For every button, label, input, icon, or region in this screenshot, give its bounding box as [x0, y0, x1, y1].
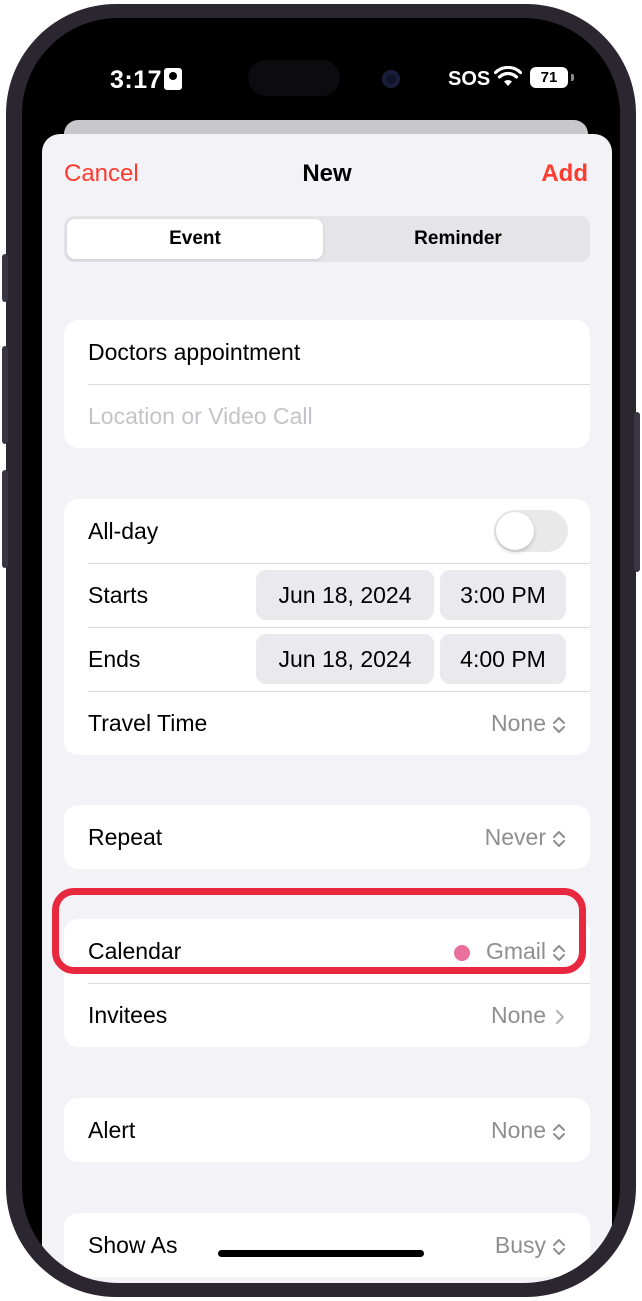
chevron-up-down-icon — [553, 1238, 565, 1255]
wifi-icon — [494, 66, 522, 86]
alert-value-wrap: None — [491, 1098, 566, 1162]
calendar-label: Calendar — [88, 938, 182, 964]
travel-time-value: None — [491, 710, 546, 736]
show-as-row[interactable]: Show As Busy — [64, 1213, 590, 1277]
allday-row: All-day — [64, 499, 590, 563]
status-time: 3:17 — [110, 66, 163, 94]
power-button — [634, 412, 640, 572]
title-location-group: Doctors appointment Location or Video Ca… — [64, 320, 590, 448]
ends-date-button[interactable]: Jun 18, 2024 — [256, 634, 434, 684]
invitees-row[interactable]: Invitees None — [64, 983, 590, 1047]
volume-up-button — [2, 346, 8, 444]
travel-time-row[interactable]: Travel Time None — [64, 691, 590, 755]
calendar-value: Gmail — [485, 938, 546, 964]
nav-title: New — [302, 160, 352, 187]
toggle-knob — [496, 512, 534, 550]
nav-bar: Cancel New Add — [42, 160, 612, 200]
show-as-value: Busy — [494, 1232, 546, 1258]
timing-group: All-day Starts Jun 18, 2024 3:00 PM Ends… — [64, 499, 590, 755]
show-as-group: Show As Busy — [64, 1213, 590, 1277]
action-button — [2, 254, 8, 302]
alert-label: Alert — [88, 1117, 136, 1143]
camera-icon — [382, 70, 400, 88]
add-button[interactable]: Add — [541, 160, 588, 188]
calendar-value-wrap: Gmail — [453, 919, 566, 983]
show-as-label: Show As — [88, 1232, 178, 1258]
home-indicator — [218, 1250, 424, 1257]
starts-time-button[interactable]: 3:00 PM — [440, 570, 566, 620]
contact-card-icon — [164, 68, 182, 90]
allday-label: All-day — [88, 518, 159, 544]
repeat-group: Repeat Never — [64, 805, 590, 869]
invitees-label: Invitees — [88, 1002, 168, 1028]
repeat-row[interactable]: Repeat Never — [64, 805, 590, 869]
phone-frame: 3:17 SOS 71 Cancel New Add Event Reminde — [2, 4, 640, 1297]
alert-row[interactable]: Alert None — [64, 1098, 590, 1162]
show-as-value-wrap: Busy — [495, 1213, 566, 1277]
starts-date-button[interactable]: Jun 18, 2024 — [256, 570, 434, 620]
invitees-value: None — [491, 1002, 546, 1028]
battery-icon: 71 — [530, 67, 568, 88]
calendar-row[interactable]: Calendar Gmail — [64, 919, 590, 983]
calendar-color-dot — [453, 944, 470, 961]
alert-value: None — [491, 1117, 546, 1143]
volume-down-button — [2, 470, 8, 568]
travel-time-value-wrap: None — [491, 691, 566, 755]
invitees-value-wrap: None — [491, 983, 566, 1047]
ends-row: Ends Jun 18, 2024 4:00 PM — [64, 627, 590, 691]
chevron-right-icon — [556, 1009, 564, 1024]
battery-tip — [571, 74, 574, 81]
travel-time-label: Travel Time — [88, 710, 208, 736]
location-input-placeholder[interactable]: Location or Video Call — [88, 384, 313, 448]
screen: 3:17 SOS 71 Cancel New Add Event Reminde — [22, 18, 620, 1283]
segment-reminder[interactable]: Reminder — [330, 219, 586, 259]
repeat-label: Repeat — [88, 824, 163, 850]
repeat-value-wrap: Never — [485, 805, 566, 869]
dynamic-island — [248, 60, 340, 96]
starts-row: Starts Jun 18, 2024 3:00 PM — [64, 563, 590, 627]
title-field[interactable]: Doctors appointment — [64, 320, 590, 384]
title-input-value[interactable]: Doctors appointment — [88, 320, 300, 384]
calendar-group: Calendar Gmail Invitees None — [64, 919, 590, 1047]
ends-label: Ends — [88, 646, 141, 672]
segment-event[interactable]: Event — [67, 219, 323, 259]
location-field[interactable]: Location or Video Call — [64, 384, 590, 448]
chevron-up-down-icon — [553, 944, 565, 961]
new-event-sheet: Cancel New Add Event Reminder Doctors ap… — [42, 134, 612, 1283]
event-type-segmented-control: Event Reminder — [64, 216, 590, 262]
chevron-up-down-icon — [553, 830, 565, 847]
allday-toggle[interactable] — [494, 510, 568, 552]
chevron-up-down-icon — [553, 716, 565, 733]
sos-indicator: SOS — [448, 68, 491, 90]
alert-group: Alert None — [64, 1098, 590, 1162]
ends-time-button[interactable]: 4:00 PM — [440, 634, 566, 684]
repeat-value: Never — [484, 824, 546, 850]
starts-label: Starts — [88, 582, 149, 608]
chevron-up-down-icon — [553, 1123, 565, 1140]
